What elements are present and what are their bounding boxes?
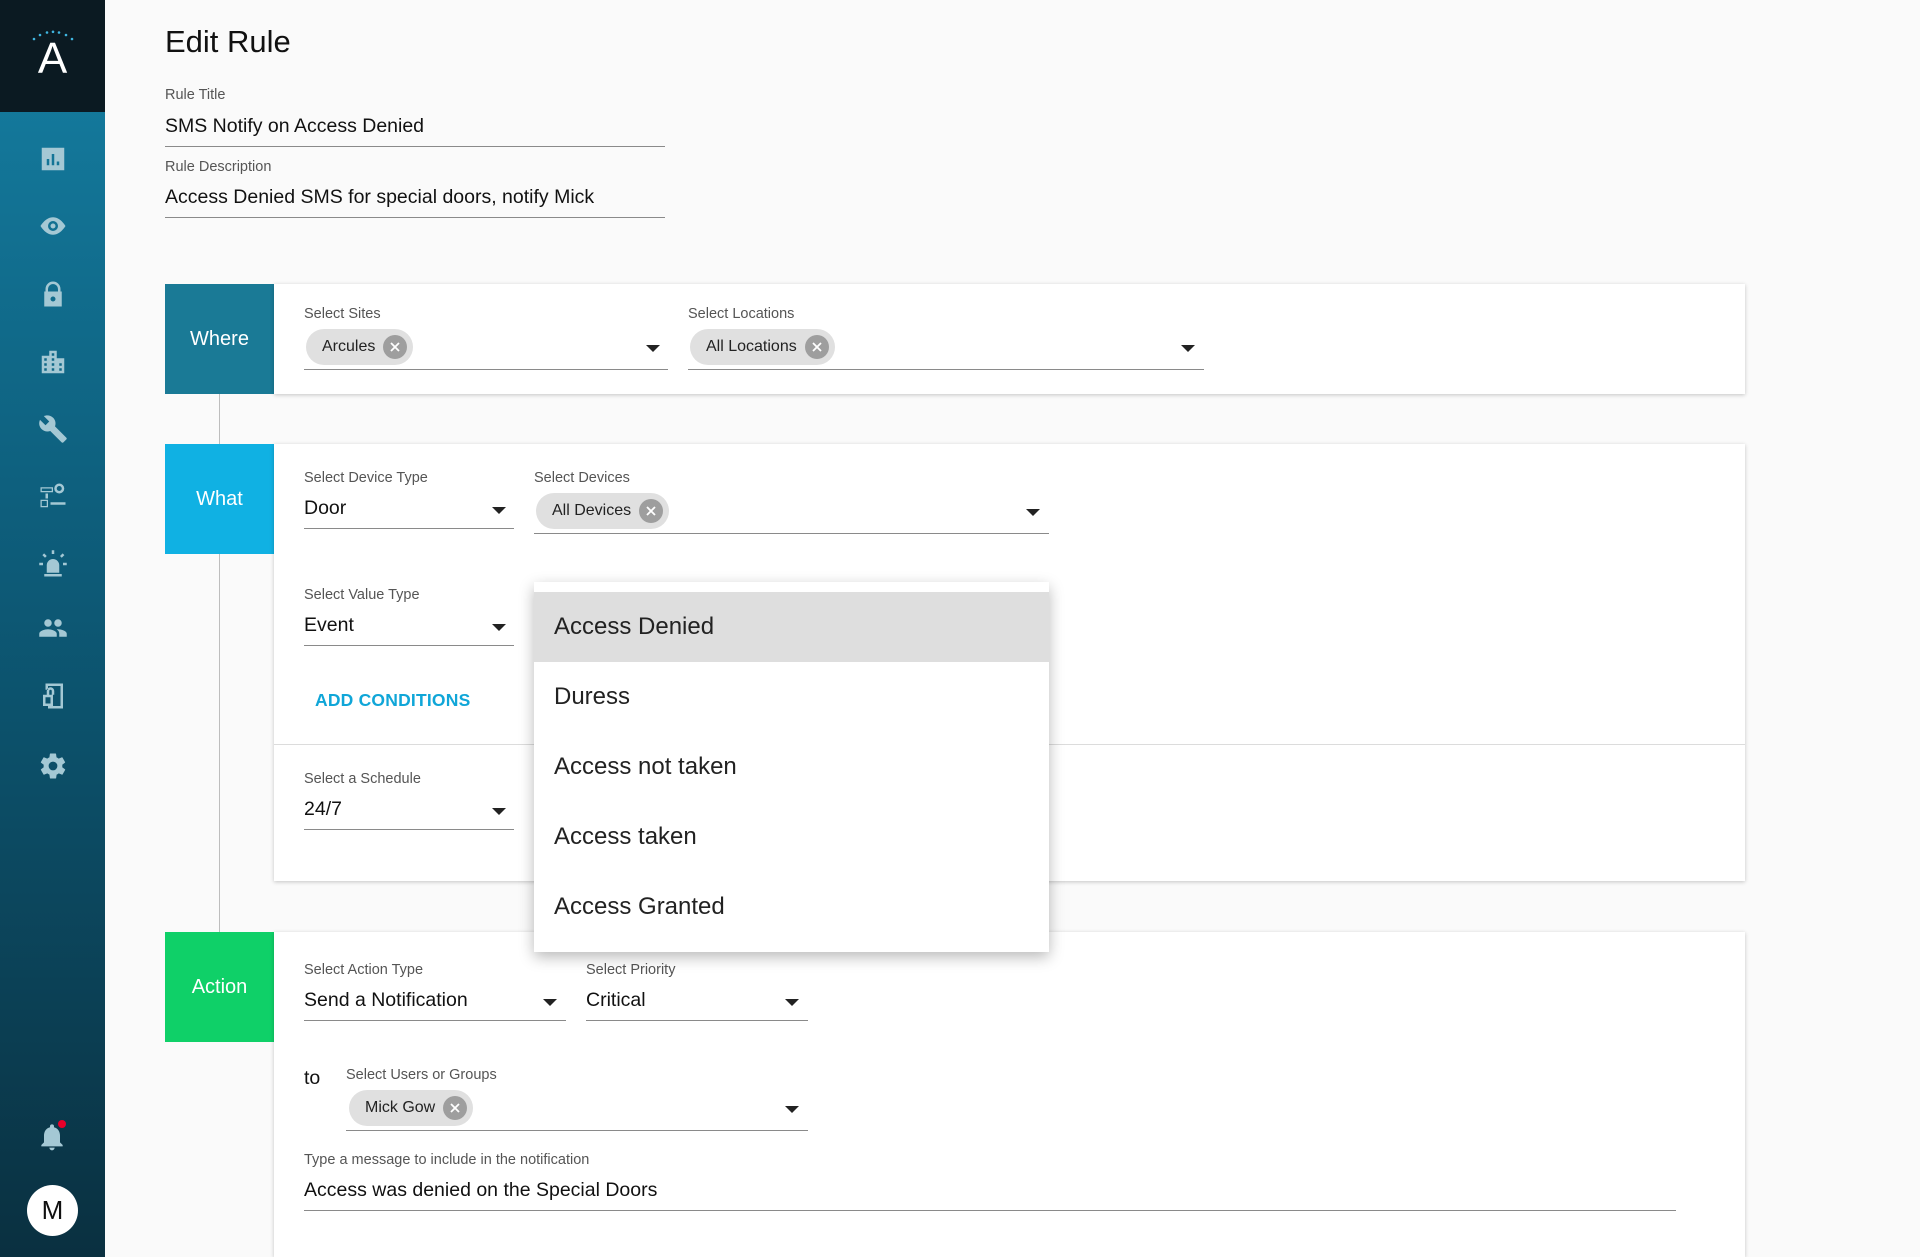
action-tag: Action — [165, 932, 274, 1042]
locations-underline — [688, 369, 1204, 370]
select-locations-label: Select Locations — [688, 306, 795, 322]
value-type-underline — [304, 645, 514, 646]
rules-icon[interactable] — [33, 476, 73, 516]
users-underline — [346, 1130, 808, 1131]
avatar[interactable]: M — [27, 1185, 78, 1236]
value-type-label: Select Value Type — [304, 587, 420, 603]
schedule-label: Select a Schedule — [304, 771, 421, 787]
rule-description-input[interactable]: Access Denied SMS for special doors, not… — [165, 186, 594, 209]
notification-dot — [58, 1120, 66, 1128]
schedule-select[interactable]: 24/7 — [304, 798, 342, 821]
action-type-underline — [304, 1020, 566, 1021]
chip-close-icon[interactable] — [383, 335, 408, 359]
logo-letter: A — [37, 34, 68, 83]
devices-dropdown-caret[interactable] — [1026, 509, 1040, 516]
where-card: Select Sites Arcules Select Locations Al… — [274, 284, 1745, 394]
add-conditions-button[interactable]: ADD CONDITIONS — [315, 690, 470, 711]
rule-description-label: Rule Description — [165, 159, 272, 175]
what-tag: What — [165, 444, 274, 554]
device-chip-label: All Devices — [552, 502, 632, 519]
chip-close-icon[interactable] — [443, 1096, 468, 1120]
device-chip[interactable]: All Devices — [536, 493, 670, 529]
site-chip-label: Arcules — [322, 338, 376, 355]
door-icon[interactable] — [33, 676, 73, 716]
eye-icon[interactable] — [33, 206, 73, 246]
menu-item-access-granted[interactable]: Access Granted — [534, 872, 1049, 942]
user-chip[interactable]: Mick Gow — [349, 1090, 474, 1126]
action-type-caret[interactable] — [543, 999, 557, 1006]
menu-item-duress[interactable]: Duress — [534, 662, 1049, 732]
users-dropdown-caret[interactable] — [785, 1106, 799, 1113]
location-chip[interactable]: All Locations — [690, 329, 835, 365]
chip-close-icon[interactable] — [804, 335, 829, 359]
notifications-bell[interactable] — [36, 1120, 68, 1156]
priority-caret[interactable] — [785, 999, 799, 1006]
value-dropdown-menu: Access Denied Duress Access not taken Ac… — [534, 582, 1049, 952]
connector-where-what — [219, 394, 220, 444]
action-type-label: Select Action Type — [304, 962, 424, 978]
user-chip-label: Mick Gow — [365, 1099, 436, 1116]
action-card: Select Action Type Send a Notification S… — [274, 932, 1745, 1257]
to-label: to — [304, 1067, 321, 1089]
rule-title-label: Rule Title — [165, 87, 226, 103]
select-devices-label: Select Devices — [534, 470, 630, 486]
locations-dropdown-caret[interactable] — [1181, 345, 1195, 352]
device-type-underline — [304, 528, 514, 529]
rule-title-input[interactable]: SMS Notify on Access Denied — [165, 115, 424, 138]
connector-what-action — [219, 554, 220, 932]
sidebar: A M — [0, 0, 105, 1257]
message-underline — [304, 1210, 1676, 1211]
people-icon[interactable] — [33, 608, 73, 648]
menu-item-access-taken[interactable]: Access taken — [534, 802, 1049, 872]
select-sites-label: Select Sites — [304, 306, 381, 322]
where-tag: Where — [165, 284, 274, 394]
sites-dropdown-caret[interactable] — [646, 345, 660, 352]
device-type-caret[interactable] — [492, 507, 506, 514]
priority-select[interactable]: Critical — [586, 989, 646, 1012]
schedule-underline — [304, 829, 514, 830]
menu-item-access-not-taken[interactable]: Access not taken — [534, 732, 1049, 802]
building-icon[interactable] — [33, 342, 73, 382]
logo[interactable]: A — [0, 0, 105, 112]
lock-icon[interactable] — [33, 274, 73, 314]
message-label: Type a message to include in the notific… — [304, 1152, 590, 1168]
wrench-icon[interactable] — [33, 409, 73, 449]
device-type-label: Select Device Type — [304, 470, 428, 486]
sites-underline — [304, 369, 668, 370]
dashboard-icon[interactable] — [33, 139, 73, 179]
location-chip-label: All Locations — [706, 338, 797, 355]
priority-underline — [586, 1020, 808, 1021]
alarm-icon[interactable] — [33, 544, 73, 584]
priority-label: Select Priority — [586, 962, 676, 978]
site-chip[interactable]: Arcules — [306, 329, 414, 365]
menu-item-access-denied[interactable]: Access Denied — [534, 592, 1049, 662]
chip-close-icon[interactable] — [639, 499, 664, 523]
device-type-select[interactable]: Door — [304, 497, 346, 520]
schedule-caret[interactable] — [492, 808, 506, 815]
devices-underline — [534, 533, 1049, 534]
users-groups-label: Select Users or Groups — [346, 1067, 497, 1083]
rule-title-underline — [165, 146, 665, 147]
rule-description-underline — [165, 217, 665, 218]
page-title: Edit Rule — [165, 24, 291, 59]
action-type-select[interactable]: Send a Notification — [304, 989, 468, 1012]
message-input[interactable]: Access was denied on the Special Doors — [304, 1179, 657, 1202]
value-type-select[interactable]: Event — [304, 614, 354, 637]
value-type-caret[interactable] — [492, 624, 506, 631]
gear-icon[interactable] — [33, 746, 73, 786]
